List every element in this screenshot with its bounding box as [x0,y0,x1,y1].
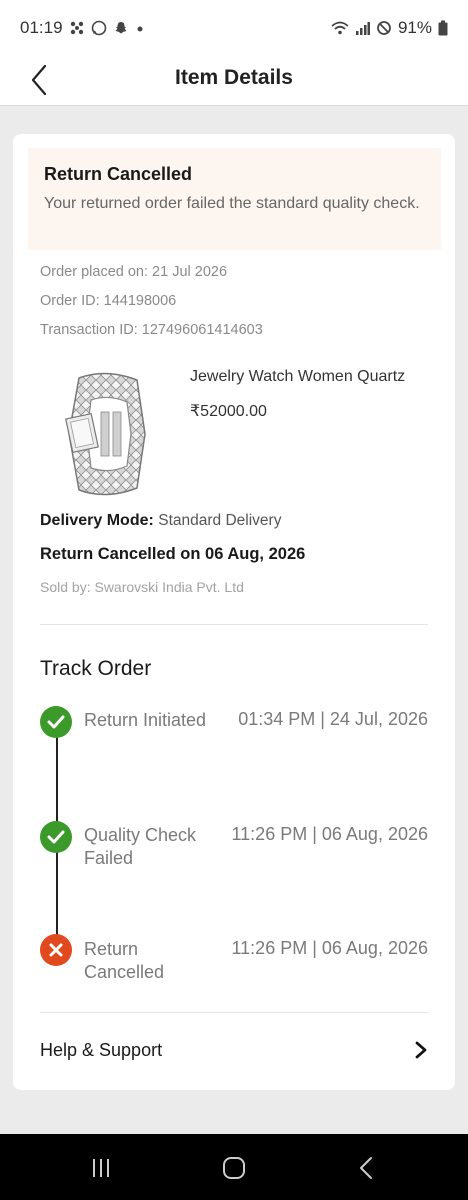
wifi-icon [331,21,349,35]
system-nav-bar [0,1134,468,1200]
timeline-step-time: 11:26 PM | 06 Aug, 2026 [231,824,429,844]
dnd-icon [377,21,391,35]
banner-title: Return Cancelled [44,164,193,184]
snapchat-icon [115,22,127,34]
dot-icon [137,26,143,32]
recents-button[interactable] [81,1154,121,1182]
timeline-step-time: 11:26 PM | 06 Aug, 2026 [231,938,429,958]
product-price: ₹52000.00 [190,403,267,420]
status-time: 01:19 [20,18,63,37]
product-name[interactable]: Jewelry Watch Women Quartz [190,368,405,386]
page-title: Item Details [175,66,293,89]
delivery-mode-label: Delivery Mode: [40,512,154,529]
status-bar: 01:19 91% [0,0,468,56]
signal-icon [355,22,370,35]
order-placed-date: Order placed on: 21 Jul 2026 [40,264,228,280]
sold-by: Sold by: Swarovski India Pvt. Ltd [40,579,244,595]
chevron-right-icon [415,1041,427,1059]
watch-icon[interactable] [61,370,151,498]
recents-icon [93,1159,109,1177]
check-icon [40,706,72,738]
whatsapp-icon [91,20,106,36]
track-order-title: Track Order [40,657,152,680]
battery-icon [438,20,448,36]
return-status-line: Return Cancelled on 06 Aug, 2026 [40,545,306,563]
system-back-button[interactable] [346,1154,386,1182]
delivery-mode-value: Standard Delivery [158,512,282,529]
back-icon [360,1157,372,1179]
cross-icon [40,934,72,966]
timeline-step-time: 01:34 PM | 24 Jul, 2026 [238,709,428,729]
check-icon [40,821,72,853]
order-card: Return Cancelled Your returned order fai… [13,134,455,1090]
divider [40,1012,428,1013]
transaction-id: Transaction ID: 127496061414603 [40,322,263,338]
help-support-label: Help & Support [40,1039,163,1060]
help-support-row[interactable]: Help & Support [40,1030,428,1070]
divider [40,624,428,625]
status-banner: Return Cancelled Your returned order fai… [28,148,441,250]
timeline-step-label: Quality Check Failed [84,825,197,868]
pinwheel-icon [70,21,83,35]
timeline-step-label: Return Cancelled [84,939,165,982]
status-left: 01:19 [20,18,145,38]
home-icon [223,1157,245,1179]
banner-message: Your returned order failed the standard … [44,195,420,212]
app-bar: Item Details [0,56,468,106]
status-right: 91% [330,18,448,38]
battery-percent: 91% [397,18,432,37]
delivery-mode: Delivery Mode: Standard Delivery [40,512,281,530]
timeline-step-label: Return Initiated [84,710,207,730]
order-id: Order ID: 144198006 [40,293,177,309]
home-button[interactable] [214,1154,254,1182]
